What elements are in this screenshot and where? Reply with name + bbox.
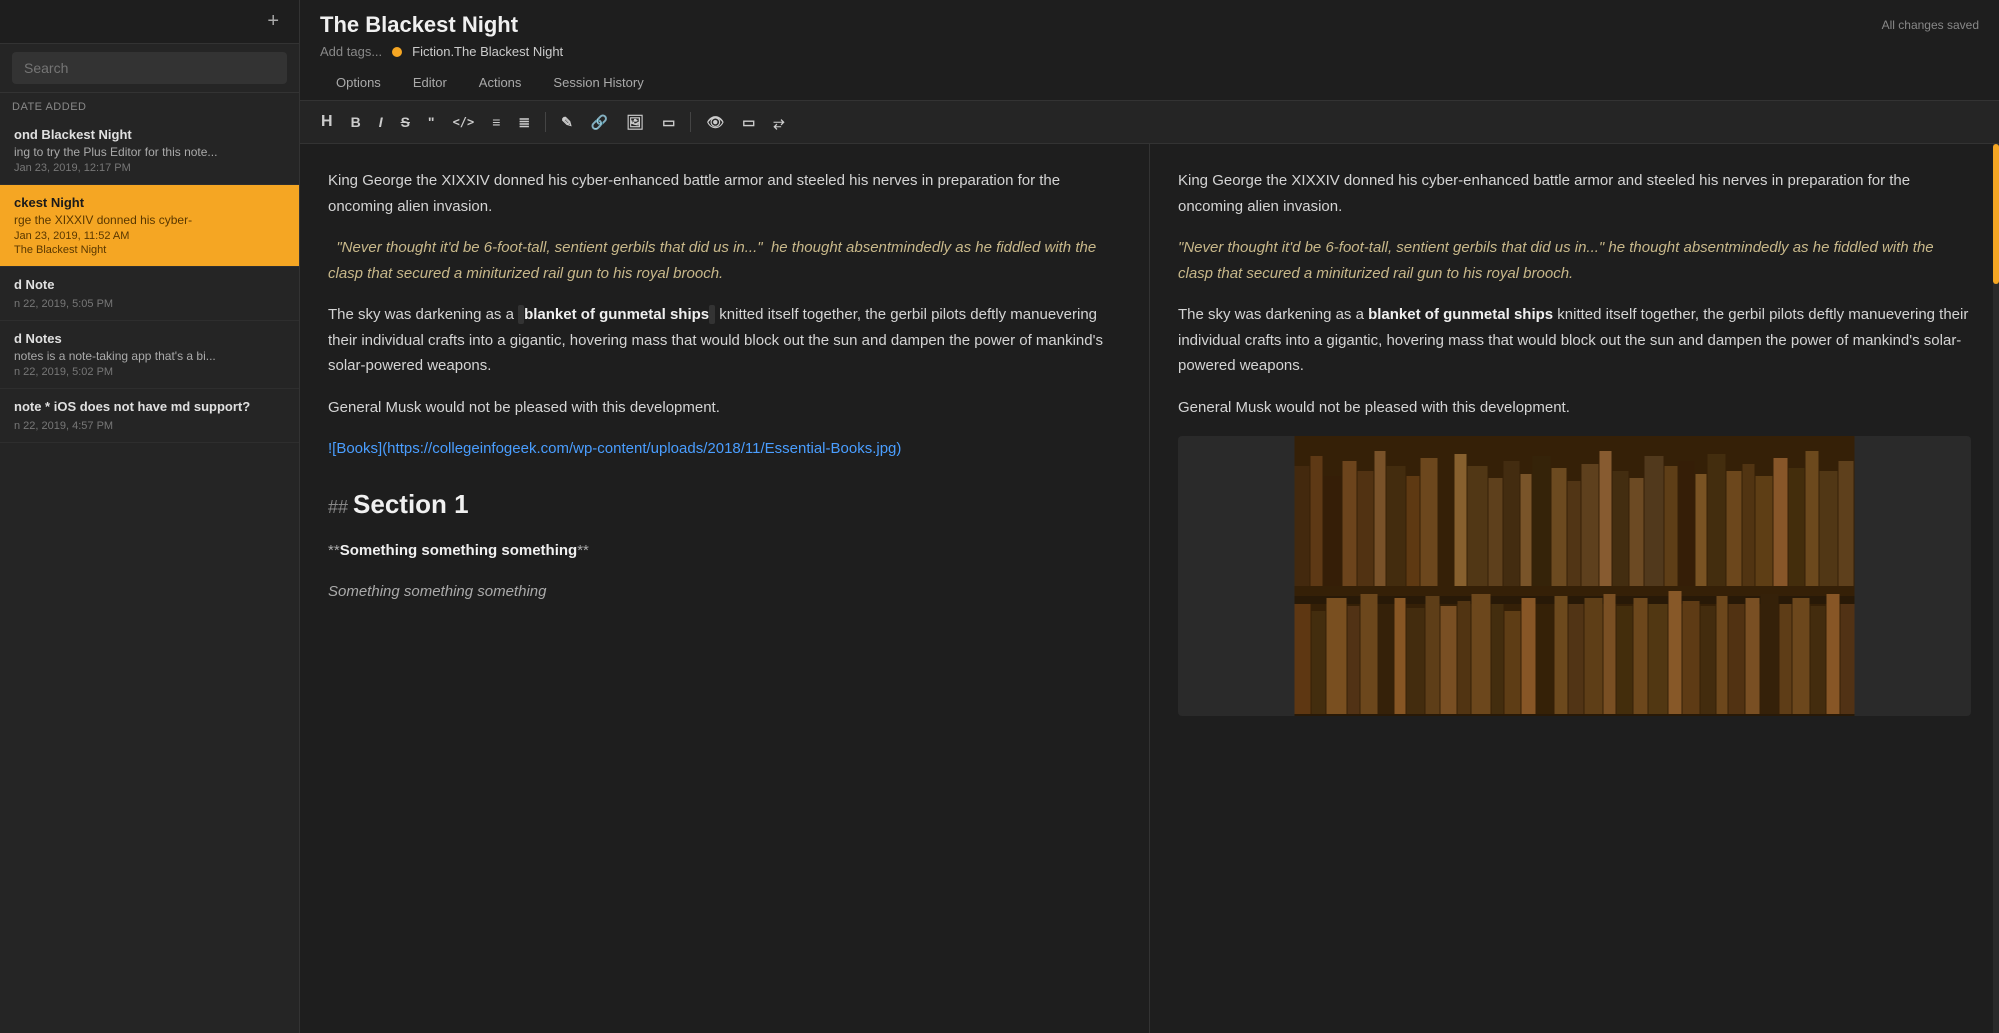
sidebar-top-bar: + (0, 0, 299, 44)
list-item[interactable]: ond Blackest Night ing to try the Plus E… (0, 117, 299, 185)
fullscreen-button[interactable]: ⥂ (766, 110, 791, 134)
table-button[interactable]: ▭ (655, 110, 682, 134)
strikethrough-button[interactable]: S (394, 110, 417, 134)
bold-button[interactable]: B (344, 110, 368, 134)
main-header: The Blackest Night All changes saved Add… (300, 0, 1999, 101)
code-button[interactable]: </> (446, 111, 482, 133)
toolbar-divider (545, 112, 546, 132)
preview-paragraph-4: General Musk would not be pleased with t… (1178, 395, 1971, 421)
editor-paragraph-1: King George the XIXXIV donned his cyber-… (328, 168, 1121, 219)
bold-text: blanket of gunmetal ships (524, 306, 709, 323)
note-tag: The Blackest Night (14, 244, 285, 256)
books-image (1178, 436, 1971, 716)
note-title: note * iOS does not have md support? (14, 399, 285, 414)
ul-button[interactable]: ≡ (485, 110, 507, 134)
editor-sub-italic: Something something something (328, 579, 1121, 605)
tab-actions[interactable]: Actions (463, 67, 538, 100)
section-marker: ## (328, 497, 353, 517)
add-tags-button[interactable]: Add tags... (320, 44, 382, 59)
note-list: ond Blackest Night ing to try the Plus E… (0, 117, 299, 1033)
list-item[interactable]: d Note n 22, 2019, 5:05 PM (0, 267, 299, 321)
tag-label: Fiction.The Blackest Night (412, 44, 563, 59)
search-input[interactable] (12, 52, 287, 84)
editor-sub-bold: **Something something something** (328, 538, 1121, 564)
link-button[interactable]: 🔗 (584, 110, 615, 134)
page-title: The Blackest Night (320, 12, 518, 38)
nav-tabs: Options Editor Actions Session History (320, 67, 1979, 100)
title-row: The Blackest Night All changes saved (320, 12, 1979, 38)
note-preview: notes is a note-taking app that's a bi..… (14, 349, 285, 363)
italic-button[interactable]: I (372, 110, 390, 134)
preview-paragraph-3: The sky was darkening as a blanket of gu… (1178, 302, 1971, 379)
preview-paragraph-1: King George the XIXXIV donned his cyber-… (1178, 168, 1971, 219)
books-svg (1178, 436, 1971, 716)
list-item[interactable]: d Notes notes is a note-taking app that'… (0, 321, 299, 389)
note-date: Jan 23, 2019, 11:52 AM (14, 230, 285, 242)
note-title: ckest Night (14, 195, 285, 210)
tab-options[interactable]: Options (320, 67, 397, 100)
editor-paragraph-2: "Never thought it'd be 6-foot-tall, sent… (328, 235, 1121, 286)
note-title: d Notes (14, 331, 285, 346)
preview-button[interactable]: 👁 (699, 110, 731, 134)
note-title: d Note (14, 277, 285, 292)
sub-bold-text: Something something something (340, 542, 578, 559)
toolbar-divider-2 (690, 112, 691, 132)
save-status: All changes saved (1882, 18, 1979, 32)
image-link[interactable]: ![Books](https://collegeinfogeek.com/wp-… (328, 440, 901, 457)
preview-bold-text: blanket of gunmetal ships (1368, 306, 1553, 323)
editor-paragraph-3: The sky was darkening as a ​blanket of g… (328, 302, 1121, 379)
sidebar: + Date Added ond Blackest Night ing to t… (0, 0, 300, 1033)
preview-pane[interactable]: King George the XIXXIV donned his cyber-… (1150, 144, 1999, 1033)
tab-editor[interactable]: Editor (397, 67, 463, 100)
scrollbar-track (1993, 144, 1999, 1033)
tag-color-dot (392, 47, 402, 57)
tags-row: Add tags... Fiction.The Blackest Night (320, 44, 1979, 59)
image-button[interactable]: 🖼 (619, 110, 651, 134)
editor-area: King George the XIXXIV donned his cyber-… (300, 144, 1999, 1033)
ol-button[interactable]: ≣ (511, 110, 537, 134)
heading-button[interactable]: H (314, 109, 340, 135)
note-preview: rge the XIXXIV donned his cyber- (14, 213, 285, 227)
section-heading: ## Section 1 (328, 482, 1121, 526)
note-preview: ing to try the Plus Editor for this note… (14, 145, 285, 159)
note-date: n 22, 2019, 5:02 PM (14, 366, 285, 378)
editor-pane[interactable]: King George the XIXXIV donned his cyber-… (300, 144, 1150, 1033)
note-title: ond Blackest Night (14, 127, 285, 142)
editor-paragraph-4: General Musk would not be pleased with t… (328, 395, 1121, 421)
editor-toolbar: H B I S " </> ≡ ≣ ✎ 🔗 🖼 ▭ 👁 ▭ ⥂ (300, 101, 1999, 144)
note-date: n 22, 2019, 4:57 PM (14, 420, 285, 432)
editor-image-link: ![Books](https://collegeinfogeek.com/wp-… (328, 436, 1121, 462)
note-date: Jan 23, 2019, 12:17 PM (14, 162, 285, 174)
quote-button[interactable]: " (421, 110, 442, 134)
split-view-button[interactable]: ▭ (735, 110, 762, 134)
sidebar-search-container (0, 44, 299, 93)
tab-session-history[interactable]: Session History (537, 67, 659, 100)
list-item[interactable]: note * iOS does not have md support? n 2… (0, 389, 299, 443)
note-date: n 22, 2019, 5:05 PM (14, 298, 285, 310)
add-note-button[interactable]: + (259, 6, 287, 37)
preview-paragraph-2: "Never thought it'd be 6-foot-tall, sent… (1178, 235, 1971, 286)
list-item[interactable]: ckest Night rge the XIXXIV donned his cy… (0, 185, 299, 267)
scrollbar-thumb[interactable] (1993, 144, 1999, 284)
highlight-button[interactable]: ✎ (554, 110, 580, 134)
main-content: The Blackest Night All changes saved Add… (300, 0, 1999, 1033)
sidebar-section-label: Date Added (0, 93, 299, 117)
